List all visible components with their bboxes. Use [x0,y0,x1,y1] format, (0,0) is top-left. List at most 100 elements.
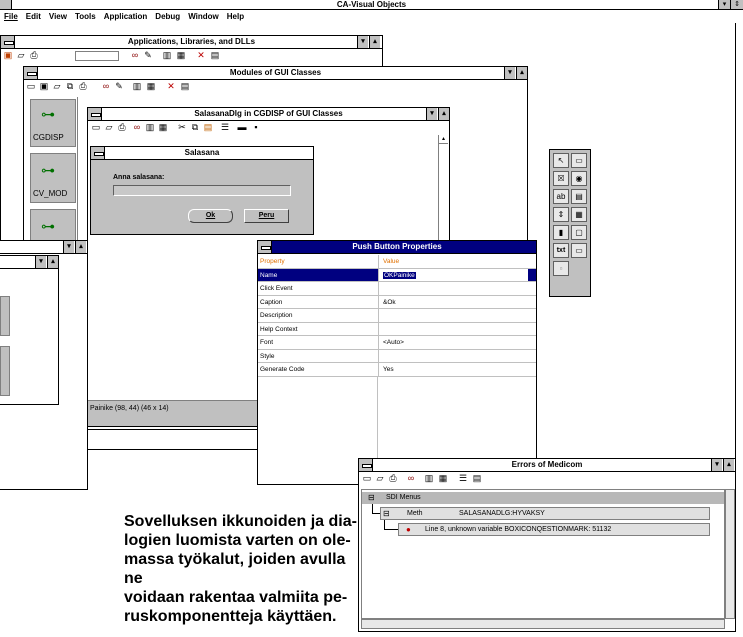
left-inner-maximize-button[interactable]: ▴ [47,256,58,268]
app-search-box[interactable] [75,51,119,61]
collapse-icon[interactable]: ⊟ [368,492,375,504]
property-row-description[interactable]: Description [258,309,536,323]
modules-print-icon[interactable]: ⎙ [77,81,89,92]
edit-doc-icon[interactable]: ✎ [142,50,154,61]
edit-icon[interactable]: ab [553,189,569,204]
dialog-editor-minimize-button[interactable]: ▾ [426,108,437,120]
listbox-icon[interactable]: ▤ [571,189,587,204]
tree-method-row[interactable]: ⊟ Meth SALASANADLG:HYVAKSY [380,507,710,520]
property-value[interactable] [378,309,528,322]
modules-new-icon[interactable]: ▭ [25,81,37,92]
property-value[interactable] [378,282,528,295]
applications-maximize-button[interactable]: ▴ [369,36,380,48]
module-item-cgdisp[interactable]: ⊶ CGDISP [30,99,76,147]
left-inner-minimize-button[interactable]: ▾ [35,256,46,268]
tree-root-row[interactable]: ⊟ SDI Menus [362,492,724,504]
modules-open-icon[interactable]: ▣ [38,81,50,92]
applications-system-menu-icon[interactable] [1,36,15,48]
modules-maximize-button[interactable]: ▴ [516,67,527,79]
errors-open-icon[interactable]: ▱ [374,473,386,484]
groupbox-icon[interactable]: ▭ [571,153,587,168]
link-icon[interactable]: ∞ [129,50,141,61]
dialog-editor-system-menu-icon[interactable] [88,108,102,120]
rectangle-icon[interactable]: ▢ [571,225,587,240]
dialog-editor-maximize-button[interactable]: ▴ [438,108,449,120]
menu-file[interactable]: File [4,12,18,21]
scrollbar-icon[interactable]: ⇕ [553,207,569,222]
module-item-cv-mod[interactable]: ⊶ CV_MOD [30,153,76,203]
errors-link-icon[interactable]: ∞ [405,473,417,484]
editor-link-icon[interactable]: ∞ [131,122,143,133]
left-inner-item[interactable] [0,296,10,336]
browser-icon[interactable]: ▥ [161,50,173,61]
modules-minimize-button[interactable]: ▾ [504,67,515,79]
cancel-button[interactable]: Peru [244,209,289,223]
errors-browser-icon[interactable]: ▥ [423,473,435,484]
left-inner-item[interactable] [0,346,10,396]
main-maximize-button[interactable]: ⇕ [730,0,743,9]
salasana-system-menu-icon[interactable] [91,147,105,159]
menu-debug[interactable]: Debug [155,12,180,21]
combo-icon[interactable]: ▦ [571,207,587,222]
open-icon[interactable]: ▱ [15,50,27,61]
editor-new-icon[interactable]: ▭ [90,122,102,133]
property-row-name[interactable]: Name OKPainike [258,268,536,282]
errors-print-icon[interactable]: ⎙ [387,473,399,484]
property-value[interactable]: &Ok [378,295,528,308]
new-app-icon[interactable]: ▣ [2,50,14,61]
checkbox-icon[interactable]: ☒ [553,171,569,186]
password-field[interactable] [113,185,291,196]
errors-horizontal-scrollbar[interactable] [361,619,725,629]
property-value[interactable]: OKPainike [378,268,528,281]
print-icon[interactable]: ⎙ [28,50,40,61]
menu-application[interactable]: Application [104,12,148,21]
properties-system-menu-icon[interactable] [258,241,272,253]
text-icon[interactable]: txt [553,243,569,258]
editor-grid-icon[interactable]: ▦ [157,122,169,133]
errors-list-icon[interactable]: ☰ [457,473,469,484]
property-row-style[interactable]: Style [258,349,536,363]
property-value[interactable] [378,322,528,335]
modules-link-icon[interactable]: ∞ [100,81,112,92]
property-value[interactable]: <Auto> [378,336,528,349]
tools-icon[interactable]: ✕ [195,50,207,61]
property-row-font[interactable]: Font <Auto> [258,336,536,350]
modules-edit-icon[interactable]: ✎ [113,81,125,92]
property-row-click-event[interactable]: Click Event [258,282,536,296]
module-item-3[interactable]: ⊶ [30,209,76,243]
left-window-minimize-button[interactable]: ▾ [63,241,74,253]
modules-tools-icon[interactable]: ✕ [165,81,177,92]
menu-tools[interactable]: Tools [75,12,96,21]
collapse-icon[interactable]: ⊟ [383,508,390,519]
radio-icon[interactable]: ◉ [571,171,587,186]
tree-error-row[interactable]: ● Line 8, unknown variable BOXICONQESTIO… [398,523,710,536]
property-value[interactable]: Yes [378,363,528,376]
image-icon[interactable]: ▫ [553,261,569,276]
ok-button[interactable]: Ok [188,209,233,223]
property-row-generate-code[interactable]: Generate Code Yes [258,363,536,377]
modules-build-icon[interactable]: ▤ [179,81,191,92]
modules-copy-icon[interactable]: ⧉ [64,81,76,92]
editor-open-icon[interactable]: ▱ [103,122,115,133]
paste-icon[interactable]: ▤ [202,122,214,133]
menu-help[interactable]: Help [227,12,244,21]
grid-icon[interactable]: ▦ [175,50,187,61]
pointer-icon[interactable]: ↖ [553,153,569,168]
modules-save-icon[interactable]: ▱ [51,81,63,92]
menu-window[interactable]: Window [188,12,219,21]
errors-new-icon[interactable]: ▭ [361,473,373,484]
menu-view[interactable]: View [49,12,67,21]
editor-browser-icon[interactable]: ▥ [144,122,156,133]
applications-minimize-button[interactable]: ▾ [357,36,368,48]
copy-icon[interactable]: ⧉ [189,122,201,133]
spinner-icon[interactable]: ▮ [553,225,569,240]
errors-system-menu-icon[interactable] [359,459,373,471]
align-icon[interactable]: ☰ [219,122,231,133]
button-icon[interactable]: ▭ [571,243,587,258]
left-window-maximize-button[interactable]: ▴ [75,241,86,253]
property-value[interactable] [378,349,528,362]
property-row-caption[interactable]: Caption &Ok [258,295,536,309]
editor-print-icon[interactable]: ⎙ [116,122,128,133]
space-icon[interactable]: ▪ [250,122,262,133]
modules-browser-icon[interactable]: ▥ [131,81,143,92]
